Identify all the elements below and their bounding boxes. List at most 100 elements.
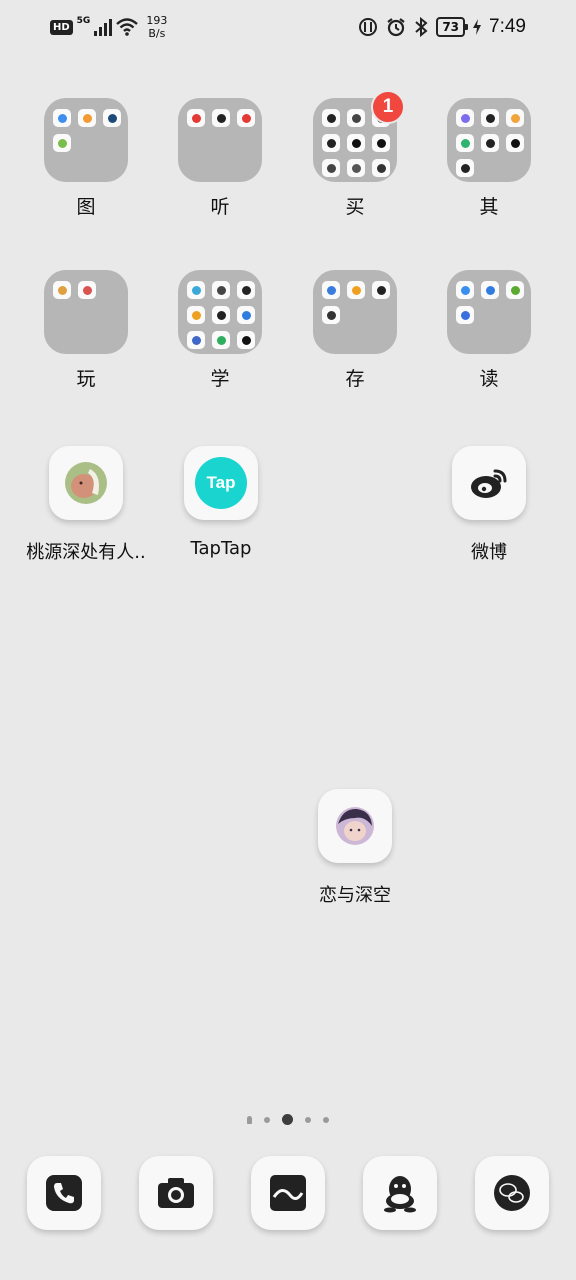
mini-app-icon [237, 331, 255, 349]
folder-label: 买 [345, 196, 365, 218]
folder-shopping[interactable]: 1 买 [288, 90, 422, 219]
folder-grid[interactable] [178, 270, 262, 354]
page-dot[interactable] [305, 1116, 311, 1123]
mini-app-icon [456, 159, 474, 177]
folder-grid[interactable]: 1 [313, 90, 405, 182]
folder-grid[interactable] [447, 270, 531, 354]
mini-app-icon [481, 134, 499, 152]
qq-icon[interactable] [363, 1156, 437, 1230]
mini-app-icon [322, 281, 340, 299]
mini-app-icon [212, 109, 230, 127]
weibo-icon[interactable] [452, 446, 526, 520]
mini-app-icon [456, 109, 474, 127]
app-label: 微博 [471, 542, 507, 563]
folder-label: 存 [345, 368, 365, 390]
status-bar: HD 5G 193 B/s 73 7:49 [0, 0, 576, 58]
mini-app-icon [78, 109, 96, 127]
mini-app-icon [347, 109, 365, 127]
mini-app-icon [212, 331, 230, 349]
mini-app-icon [212, 306, 230, 324]
alarm-icon [387, 18, 405, 37]
folder-label: 学 [210, 368, 230, 390]
mini-app-icon [103, 109, 121, 127]
app-weibo[interactable]: 微博 [414, 446, 564, 564]
mini-app-icon [347, 134, 365, 152]
mini-app-icon [237, 281, 255, 299]
folder-study[interactable]: 学 [153, 270, 287, 391]
peach-spring-game-icon[interactable] [49, 446, 123, 520]
status-right: 73 7:49 [358, 16, 526, 38]
mini-app-icon [456, 134, 474, 152]
page-dot-hint-icon[interactable] [247, 1115, 252, 1124]
speed-unit: B/s [148, 27, 166, 40]
dock [0, 1156, 576, 1230]
mini-app-icon [322, 109, 340, 127]
folder-storage[interactable]: 存 [288, 270, 422, 391]
folder-grid[interactable] [313, 270, 397, 354]
battery-icon: 73 [436, 17, 468, 37]
mini-app-icon [53, 109, 71, 127]
camera-icon[interactable] [139, 1156, 213, 1230]
mini-app-icon [322, 306, 340, 324]
mini-app-icon [322, 134, 340, 152]
mini-app-icon [187, 109, 205, 127]
mini-app-icon [187, 281, 205, 299]
mini-app-icon [347, 281, 365, 299]
folder-label: 玩 [76, 368, 96, 390]
mini-app-icon [372, 134, 390, 152]
love-and-deepspace-icon[interactable] [318, 789, 392, 863]
phone-icon[interactable] [27, 1156, 101, 1230]
app-label: TapTap [190, 538, 252, 559]
page-dot[interactable] [264, 1116, 270, 1123]
mini-app-icon [506, 109, 524, 127]
network-type: 5G [76, 16, 91, 26]
mini-app-icon [506, 134, 524, 152]
mini-app-icon [481, 281, 499, 299]
network-speed: 193 B/s [146, 14, 167, 40]
app-taptap[interactable]: Tap TapTap [146, 446, 296, 559]
wifi-icon [116, 18, 139, 36]
taptap-glyph: Tap [206, 473, 236, 492]
folder-grid[interactable] [447, 98, 531, 182]
speed-value: 193 [146, 14, 168, 27]
app-label: 恋与深空 [319, 885, 391, 906]
signal-icon [94, 18, 113, 36]
page-dot-active[interactable] [282, 1114, 293, 1125]
mini-app-icon [187, 306, 205, 324]
folder-play[interactable]: 玩 [19, 270, 153, 391]
folder-listen[interactable]: 听 [153, 98, 287, 219]
mini-app-icon [506, 281, 524, 299]
status-left: HD 5G 193 B/s [50, 14, 167, 40]
taptap-icon[interactable]: Tap [184, 446, 258, 520]
folder-grid[interactable] [44, 98, 128, 182]
wechat-icon[interactable] [475, 1156, 549, 1230]
folder-label: 其 [479, 196, 499, 218]
folder-label: 听 [210, 196, 230, 218]
folder-other[interactable]: 其 [422, 98, 556, 219]
notification-badge: 1 [371, 90, 405, 124]
page-indicator[interactable] [0, 1114, 576, 1125]
clock: 7:49 [489, 16, 526, 37]
bluetooth-icon [415, 17, 428, 37]
folder-grid[interactable] [178, 98, 262, 182]
mini-app-icon [347, 159, 365, 177]
folder-label: 读 [479, 368, 499, 390]
page-dot[interactable] [323, 1116, 329, 1123]
folder-pictures[interactable]: 图 [19, 98, 153, 219]
mini-app-icon [237, 109, 255, 127]
app-love-deepspace[interactable]: 恋与深空 [280, 789, 430, 907]
hd-indicator: HD [50, 19, 73, 35]
mini-app-icon [456, 281, 474, 299]
mini-app-icon [212, 281, 230, 299]
charging-icon [473, 19, 482, 35]
gallery-icon[interactable] [251, 1156, 325, 1230]
mini-app-icon [53, 134, 71, 152]
mini-app-icon [187, 331, 205, 349]
mini-app-icon [456, 306, 474, 324]
mini-app-icon [372, 159, 390, 177]
app-peach-spring[interactable]: 桃源深处有人.. [11, 446, 161, 564]
mini-app-icon [372, 281, 390, 299]
folder-read[interactable]: 读 [422, 270, 556, 391]
mini-app-icon [53, 281, 71, 299]
folder-grid[interactable] [44, 270, 128, 354]
